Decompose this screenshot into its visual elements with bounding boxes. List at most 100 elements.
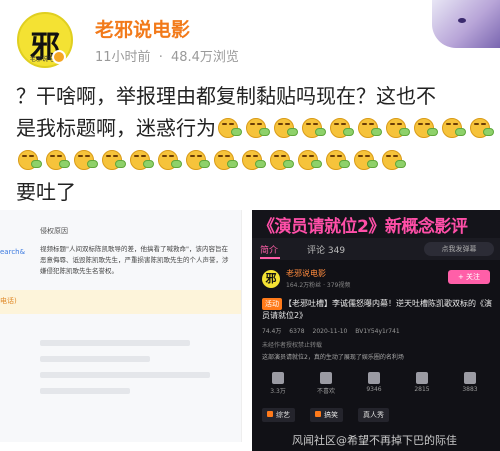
watermark: 风闻社区@希望不再掉下巴的际佳 — [292, 434, 457, 447]
placeholder-line — [40, 356, 150, 362]
report-title: 侵权原因 — [40, 227, 68, 235]
post-text-4: 要吐了 — [16, 180, 76, 204]
post-meta: 11小时前 · 48.4万浏览 — [95, 46, 243, 65]
attached-image-report[interactable]: 侵权原因 earch& 视频标题"人间双标陈凯歌导的差，他搞看了喊救命"，该内容… — [0, 210, 242, 442]
chip-variety[interactable]: 综艺 — [262, 408, 295, 422]
share-action[interactable]: 3883 — [450, 370, 490, 393]
video-banner: 《演员请就位2》新概念影评 — [252, 210, 500, 238]
tab-comments[interactable]: 评论 349 — [307, 243, 345, 256]
vomit-emoji — [274, 117, 299, 139]
chip-funny[interactable]: 搞笑 — [310, 408, 343, 422]
report-side-label: earch& — [0, 248, 26, 256]
favorite-count: 2815 — [414, 386, 430, 393]
tab-brief[interactable]: 简介 — [260, 243, 278, 256]
video-actions: 3.3万 不喜欢 9346 2815 3883 — [252, 370, 500, 400]
vomit-emoji — [382, 149, 407, 171]
uploader-avatar[interactable]: 邪 — [262, 270, 280, 288]
play-count: 74.4万 — [262, 328, 282, 335]
attached-image-video[interactable]: 《演员请就位2》新概念影评 简介 评论 349 点我发弹幕 邪 老邪说电影 16… — [252, 210, 500, 451]
variety-icon — [267, 411, 273, 417]
vomit-emoji — [354, 149, 379, 171]
dislike-action[interactable]: 不喜欢 — [306, 370, 346, 395]
vomit-emoji — [74, 149, 99, 171]
chip-label: 综艺 — [276, 411, 290, 419]
vomit-emoji — [130, 149, 155, 171]
author-name[interactable]: 老邪说电影 — [95, 15, 190, 42]
placeholder-line — [40, 340, 190, 346]
danmaku-button[interactable]: 点我发弹幕 — [424, 242, 494, 256]
funny-icon — [315, 411, 321, 417]
vomit-emoji — [214, 149, 239, 171]
view-count: 48.4万浏览 — [170, 50, 239, 65]
coin-icon — [368, 372, 380, 384]
video-description: 这部演员请就位2，真的生动了展现了娱乐圈的名利场 — [262, 354, 404, 361]
vomit-emoji — [470, 117, 495, 139]
chip-label: 搞笑 — [324, 411, 338, 419]
activity-tag: 活动 — [262, 298, 282, 310]
decoration-character-icon — [432, 0, 500, 48]
post-text-2: 是我标题啊，迷惑行为 — [16, 116, 216, 140]
meta-separator: · — [158, 50, 163, 65]
favorite-action[interactable]: 2815 — [402, 370, 442, 393]
post-line-4: 要吐了 — [16, 176, 488, 208]
publish-date: 2020-11-10 — [312, 328, 348, 335]
vomit-emoji — [186, 149, 211, 171]
video-banner-text: 《演员请就位2》新概念影评 — [258, 217, 468, 237]
vomit-emoji — [158, 149, 183, 171]
vomit-emoji — [298, 149, 323, 171]
vomit-emoji — [414, 117, 439, 139]
vomit-emoji — [442, 117, 467, 139]
post-line-2: 是我标题啊，迷惑行为 — [16, 112, 494, 144]
share-icon — [464, 372, 476, 384]
bv-id: BV1Y54y1r741 — [355, 328, 400, 335]
video-tabs: 简介 评论 349 点我发弹幕 — [252, 238, 500, 260]
vomit-emoji — [358, 117, 383, 139]
post-text-1: ？干啥啊，举报理由都复制黏贴吗现在？这也不 — [16, 84, 436, 108]
report-highlight-label: 电话) — [0, 297, 17, 305]
chip-label: 真人秀 — [363, 411, 384, 419]
vomit-emoji — [270, 149, 295, 171]
weibo-post: 邪 老邪说电影 老邪说电影 11小时前 · 48.4万浏览 ？干啥啊，举报理由都… — [0, 0, 500, 451]
vomit-emoji — [102, 149, 127, 171]
vomit-emoji — [218, 117, 243, 139]
emoji-row-2 — [216, 116, 496, 140]
coin-action[interactable]: 9346 — [354, 370, 394, 393]
vomit-emoji — [242, 149, 267, 171]
thumbs-down-icon — [320, 372, 332, 384]
vomit-emoji — [246, 117, 271, 139]
post-time: 11小时前 — [95, 50, 151, 65]
star-icon — [416, 372, 428, 384]
copyright-warning: 未经作者授权禁止转载 — [262, 342, 323, 349]
video-tag-chips: 综艺 搞笑 真人秀 — [252, 408, 500, 428]
report-body: 视频标题"人间双标陈凯歌导的差，他搞看了喊救命"，该内容旨在恶意侮辱、诋毁陈凯歌… — [40, 245, 229, 275]
emoji-row-3 — [16, 148, 408, 172]
video-title-text: 【老邪吐槽】李诚儒怒曝内幕！逆天吐槽陈凯歌双标的《演员请就位2》 — [262, 299, 492, 320]
placeholder-line — [40, 388, 130, 394]
vomit-emoji — [46, 149, 71, 171]
coin-count: 9346 — [366, 386, 382, 393]
uploader-name[interactable]: 老邪说电影 — [286, 268, 326, 279]
report-highlight-bar — [0, 290, 241, 314]
post-body: ？干啥啊，举报理由都复制黏贴吗现在？这也不 是我标题啊，迷惑行为 要吐了 — [16, 80, 494, 208]
post-line-1: ？干啥啊，举报理由都复制黏贴吗现在？这也不 — [16, 80, 488, 112]
vomit-emoji — [386, 117, 411, 139]
decoration-eye — [458, 18, 466, 23]
vomit-emoji — [326, 149, 351, 171]
like-count: 3.3万 — [270, 388, 286, 395]
vomit-emoji — [330, 117, 355, 139]
vomit-emoji — [302, 117, 327, 139]
danmaku-count: 6378 — [289, 328, 305, 335]
placeholder-line — [40, 372, 210, 378]
chip-reality[interactable]: 真人秀 — [358, 408, 389, 422]
follow-button[interactable]: + 关注 — [448, 270, 490, 284]
like-action[interactable]: 3.3万 — [258, 370, 298, 395]
verified-badge-icon — [52, 50, 66, 64]
vomit-emoji — [18, 149, 43, 171]
video-stats: 74.4万 6378 2020-11-10 BV1Y54y1r741 — [262, 326, 406, 335]
video-title: 活动 【老邪吐槽】李诚儒怒曝内幕！逆天吐槽陈凯歌双标的《演员请就位2》 — [262, 298, 494, 322]
thumbs-up-icon — [272, 372, 284, 384]
share-count: 3883 — [462, 386, 478, 393]
post-line-3 — [16, 144, 488, 176]
uploader-fans: 164.2万粉丝 · 379视频 — [286, 282, 351, 289]
tab-active-underline — [260, 257, 280, 259]
